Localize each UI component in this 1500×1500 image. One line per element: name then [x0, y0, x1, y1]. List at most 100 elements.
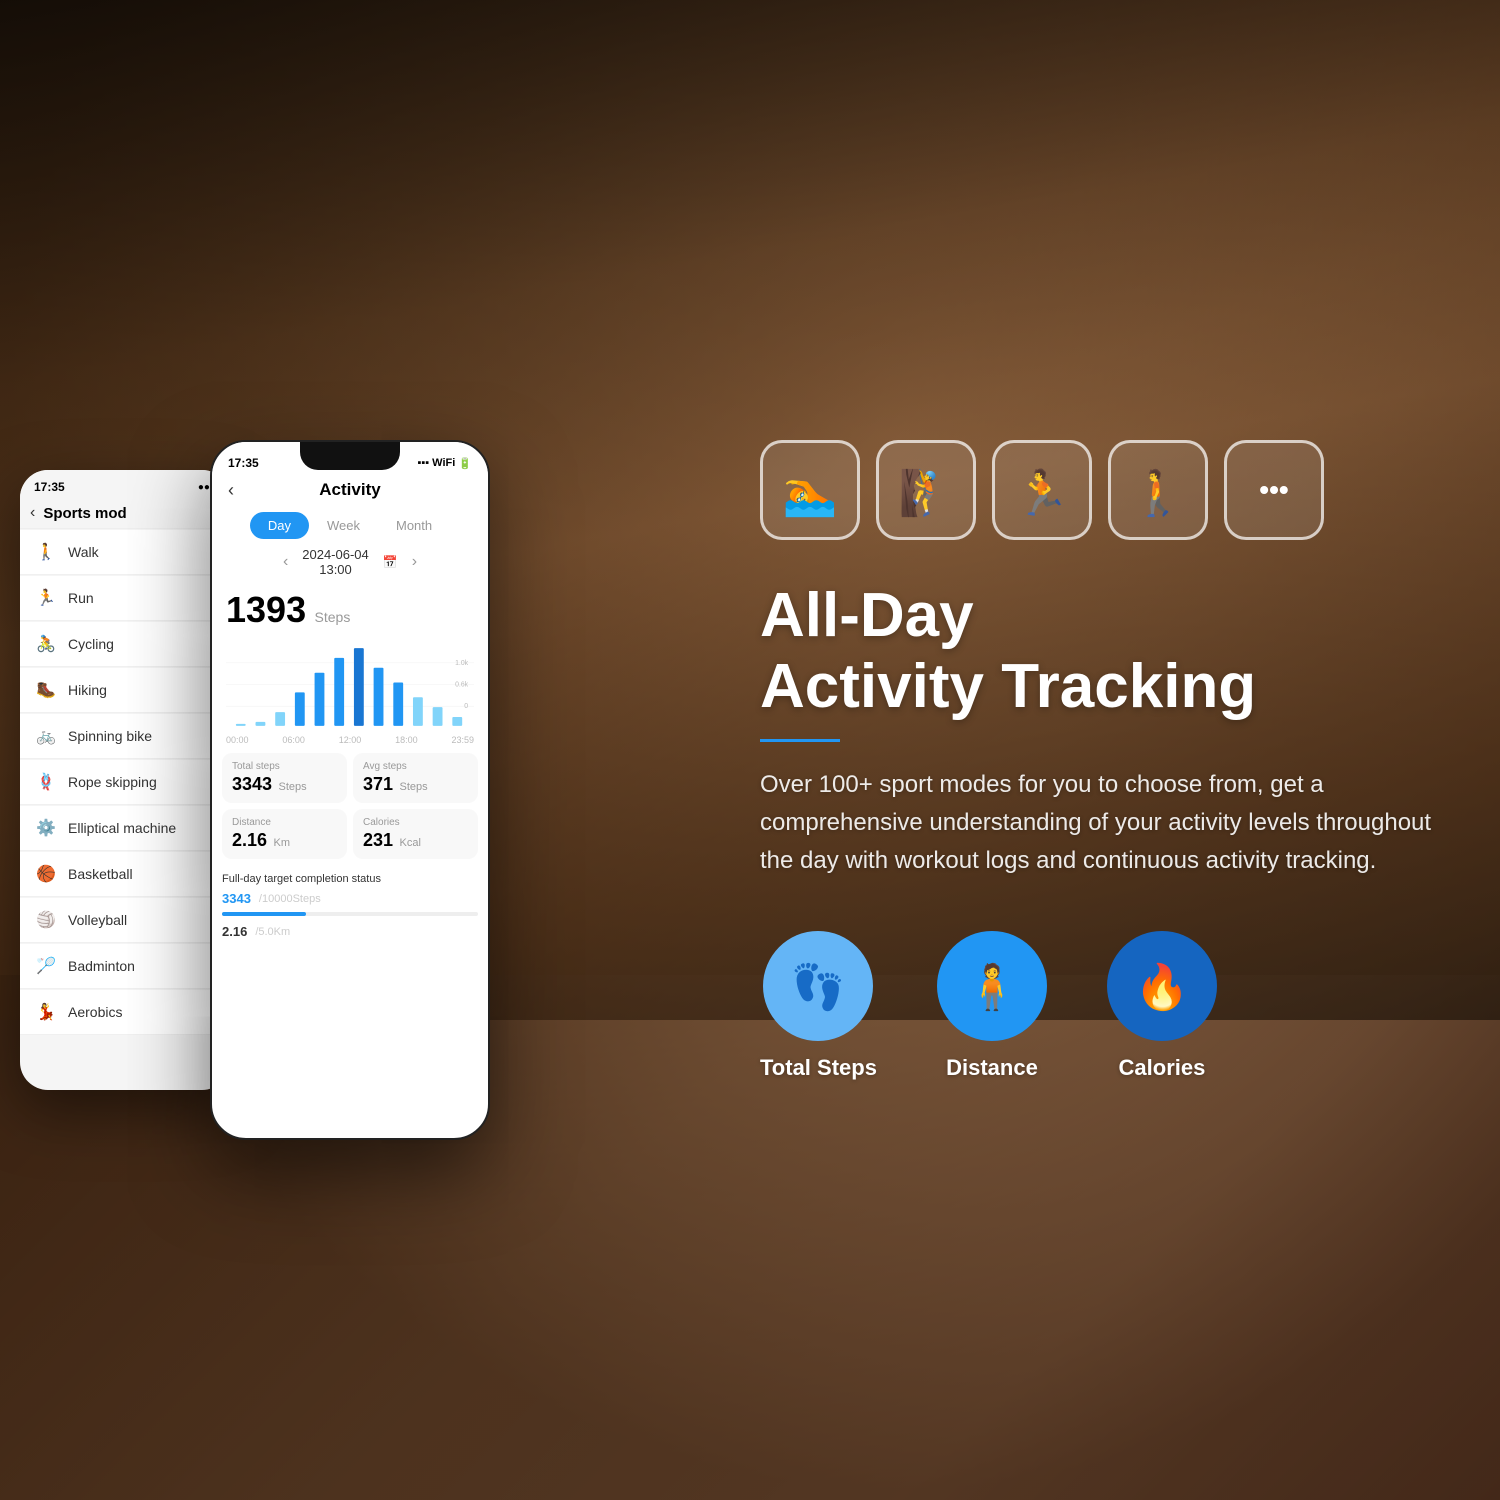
- steps-target-row: 3343 /10000Steps: [222, 891, 478, 906]
- steps-progress-fill: [222, 912, 306, 916]
- calories-card: Calories 231 Kcal: [353, 809, 478, 859]
- sport-list-item[interactable]: 🏃Run: [20, 576, 230, 621]
- sport-item-name: Aerobics: [68, 1004, 122, 1020]
- sport-item-name: Elliptical machine: [68, 820, 176, 836]
- feature-icons-row: 👣 Total Steps 🧍 Distance 🔥: [760, 931, 1440, 1081]
- distance-target-goal: /5.0Km: [255, 926, 290, 938]
- steps-unit: Steps: [315, 609, 351, 625]
- date-calendar-icon[interactable]: 📅: [383, 555, 398, 569]
- more-sports-icon-box[interactable]: •••: [1224, 440, 1324, 540]
- distance-card: Distance 2.16 Km: [222, 809, 347, 859]
- svg-text:🧗: 🧗: [899, 468, 954, 518]
- distance-label: Distance: [946, 1055, 1038, 1081]
- distance-target-row: 2.16 /5.0Km: [222, 924, 478, 939]
- wifi-icon: WiFi: [432, 457, 455, 469]
- date-navigator: ‹ 2024-06-04 13:00 📅 ›: [212, 543, 488, 581]
- distance-label: Distance: [232, 817, 337, 828]
- prev-date-button[interactable]: ‹: [283, 553, 288, 571]
- svg-text:0: 0: [464, 703, 468, 710]
- sport-list-item[interactable]: 🏀Basketball: [20, 852, 230, 897]
- activity-header: ‹ Activity: [212, 474, 488, 508]
- tab-month[interactable]: Month: [378, 512, 450, 539]
- sport-list-item[interactable]: 💃 Aerobics: [20, 990, 230, 1035]
- svg-text:🧍: 🧍: [965, 962, 1020, 1012]
- main-description: Over 100+ sport modes for you to choose …: [760, 766, 1440, 881]
- sport-item-name: Spinning bike: [68, 728, 152, 744]
- main-heading: All-Day Activity Tracking: [760, 580, 1440, 723]
- steps-circle: 👣: [763, 931, 873, 1041]
- x-label-2: 12:00: [339, 735, 362, 745]
- x-label-4: 23:59: [451, 735, 474, 745]
- swimming-icon-box: 🏊: [760, 440, 860, 540]
- back-phone-header: ‹ Sports mod: [20, 498, 230, 529]
- sport-item-name: Volleyball: [68, 912, 127, 928]
- sport-item-icon: 🏸: [34, 954, 58, 978]
- distance-circle: 🧍: [937, 931, 1047, 1041]
- calories-circle: 🔥: [1107, 931, 1217, 1041]
- sport-item-name: Badminton: [68, 958, 135, 974]
- activity-tab-bar: Day Week Month: [212, 508, 488, 543]
- sport-item-name: Basketball: [68, 866, 133, 882]
- running-sport-icon: 🏃: [1012, 460, 1072, 520]
- svg-text:🚶: 🚶: [1131, 468, 1186, 518]
- sports-list: 🚶Walk🏃Run 🚴 Cycling 🥾Hiking 🚲 Spinning bike 🪢 R…: [20, 529, 230, 1036]
- right-marketing-section: 🏊 🧗 🏃 🚶 •••: [760, 440, 1440, 1081]
- chart-svg: 1.0k 0.6k 0: [226, 639, 474, 731]
- total-steps-feature: 👣 Total Steps: [760, 931, 877, 1081]
- sport-list-item[interactable]: ⚙️Elliptical machine: [20, 806, 230, 851]
- distance-value: 2.16 Km: [232, 830, 337, 851]
- sport-list-item[interactable]: 🚲 Spinning bike: [20, 714, 230, 759]
- sports-mode-title: Sports mod: [43, 505, 126, 522]
- avg-steps-value: 371 Steps: [363, 774, 468, 795]
- running-icon-box: 🏃: [992, 440, 1092, 540]
- activity-phone: 17:35 ▪▪▪ WiFi 🔋 ‹ Activity Day Week Mon…: [210, 440, 490, 1140]
- calories-label: Calories: [1119, 1055, 1206, 1081]
- tab-week[interactable]: Week: [309, 512, 378, 539]
- svg-text:🏃: 🏃: [1015, 468, 1070, 518]
- sport-item-name: Rope skipping: [68, 774, 157, 790]
- battery-icon: 🔋: [458, 457, 472, 470]
- total-steps-value: 3343 Steps: [232, 774, 337, 795]
- target-section: Full-day target completion status 3343 /…: [212, 867, 488, 945]
- sport-item-icon: 🪢: [34, 770, 58, 794]
- walking-sport-icon: 🚶: [1128, 460, 1188, 520]
- distance-target-value: 2.16: [222, 924, 247, 939]
- sport-list-item[interactable]: 🥾Hiking: [20, 668, 230, 713]
- distance-person-icon: 🧍: [962, 956, 1022, 1016]
- next-date-button[interactable]: ›: [412, 553, 417, 571]
- sport-item-icon: 🚴: [34, 632, 58, 656]
- sport-list-item[interactable]: 🏐Volleyball: [20, 898, 230, 943]
- fire-icon: 🔥: [1132, 956, 1192, 1016]
- sport-item-icon: 💃: [34, 1000, 58, 1024]
- sport-list-item[interactable]: 🚶Walk: [20, 530, 230, 575]
- signal-icon: ▪▪▪: [417, 457, 429, 469]
- more-sports-icon: •••: [1259, 474, 1288, 506]
- sport-item-name: Hiking: [68, 682, 107, 698]
- activity-chart: 1.0k 0.6k 0: [212, 635, 488, 735]
- front-status-time: 17:35: [228, 456, 259, 470]
- calories-feature: 🔥 Calories: [1107, 931, 1217, 1081]
- chart-x-labels: 00:00 06:00 12:00 18:00 23:59: [212, 735, 488, 745]
- back-phone-status: 17:35 ●●●: [20, 470, 230, 498]
- phone-notch: [300, 442, 400, 470]
- heading-line1: All-Day: [760, 580, 1440, 651]
- climbing-sport-icon: 🧗: [896, 460, 956, 520]
- calories-label: Calories: [363, 817, 468, 828]
- sport-item-icon: 🚶: [34, 540, 58, 564]
- sport-item-icon: 🚲: [34, 724, 58, 748]
- tab-day[interactable]: Day: [250, 512, 309, 539]
- activity-back-icon[interactable]: ‹: [228, 480, 234, 501]
- heading-line2: Activity Tracking: [760, 651, 1440, 722]
- heading-divider: [760, 739, 840, 742]
- back-arrow-icon[interactable]: ‹: [30, 504, 35, 522]
- sport-list-item[interactable]: 🚴 Cycling: [20, 622, 230, 667]
- svg-text:🏊: 🏊: [783, 469, 838, 518]
- svg-text:1.0k: 1.0k: [455, 660, 469, 667]
- steps-progress-bar: [222, 912, 478, 916]
- activity-title: Activity: [319, 480, 380, 500]
- sport-list-item[interactable]: 🪢 Rope skipping: [20, 760, 230, 805]
- sports-mode-phone: 17:35 ●●● ‹ Sports mod 🚶Walk🏃Run 🚴 Cycling…: [20, 470, 230, 1090]
- sport-item-name: Cycling: [68, 636, 114, 652]
- avg-steps-card: Avg steps 371 Steps: [353, 753, 478, 803]
- sport-list-item[interactable]: 🏸 Badminton: [20, 944, 230, 989]
